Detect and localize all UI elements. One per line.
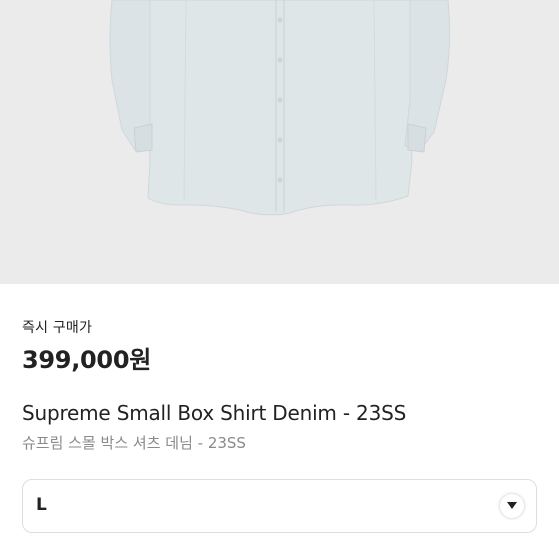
denim-shirt-image	[109, 0, 451, 216]
product-page: 즉시 구매가 399,000원 Supreme Small Box Shirt …	[0, 0, 559, 559]
price: 399,000원	[22, 346, 151, 374]
size-select[interactable]: L	[22, 479, 537, 533]
size-selected-value: L	[36, 495, 47, 515]
dropdown-button[interactable]	[500, 494, 524, 518]
chevron-down-icon	[507, 502, 517, 509]
product-title: Supreme Small Box Shirt Denim - 23SS	[22, 401, 407, 425]
product-image[interactable]	[0, 0, 559, 284]
instant-purchase-label: 즉시 구매가	[22, 320, 93, 336]
product-title-korean: 슈프림 스몰 박스 셔츠 데님 - 23SS	[22, 434, 246, 452]
